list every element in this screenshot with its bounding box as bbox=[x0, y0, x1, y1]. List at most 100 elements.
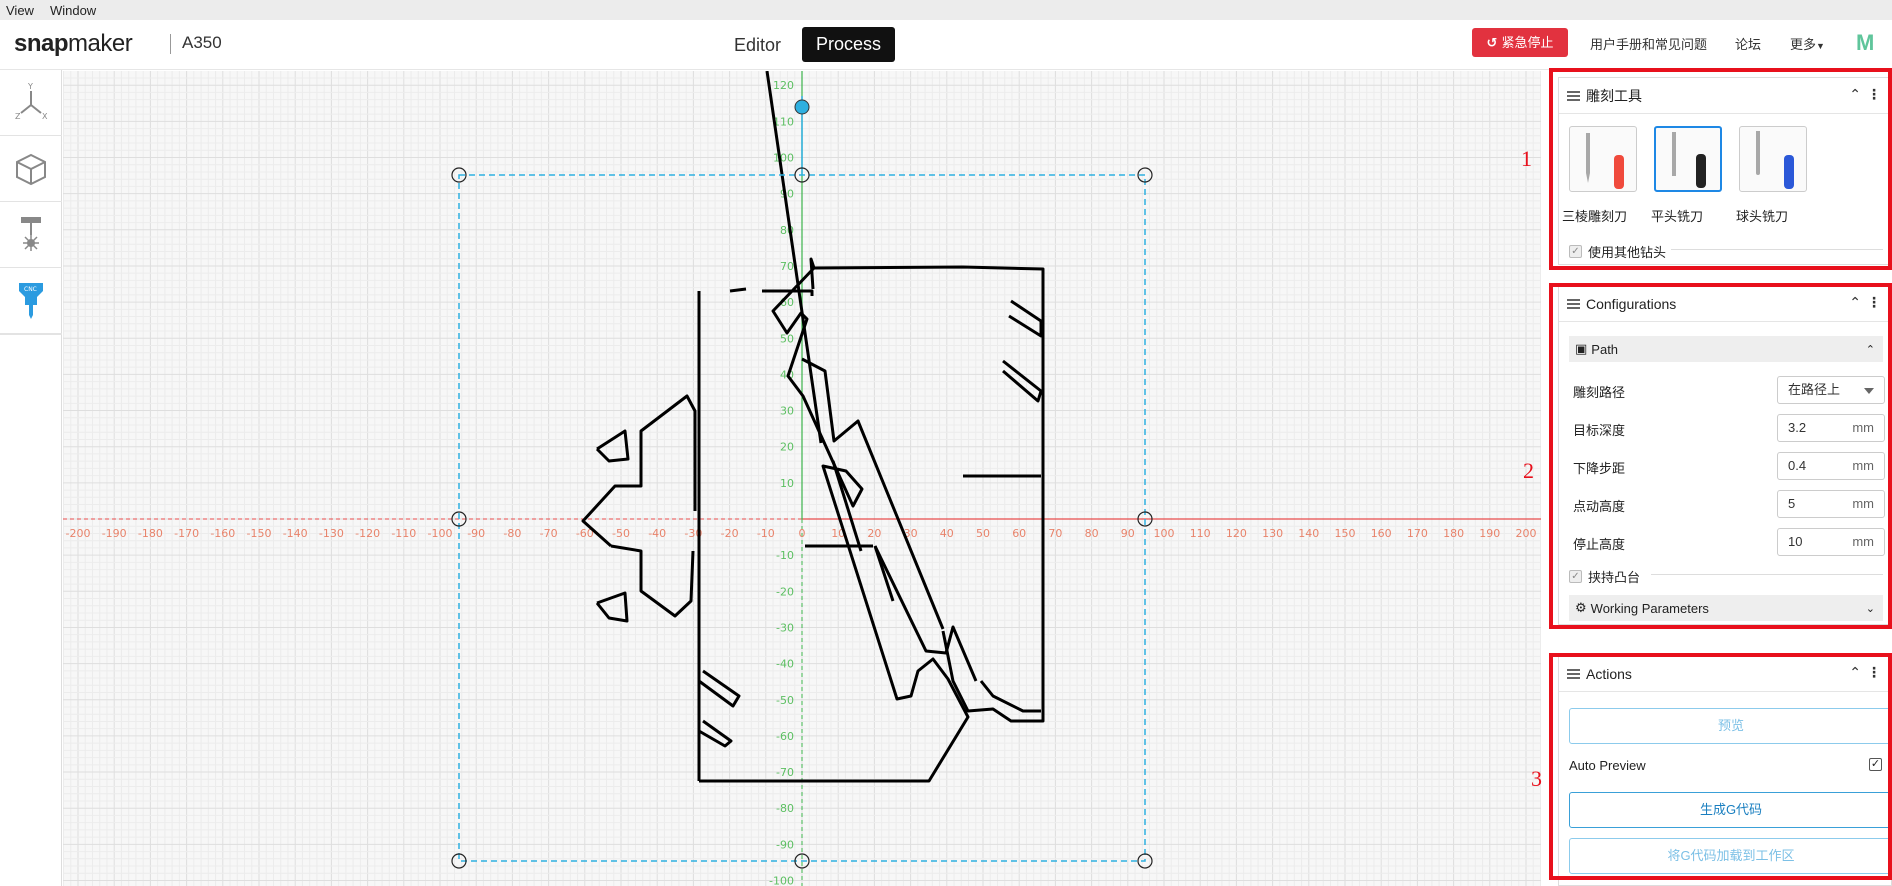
chevron-up-icon[interactable]: ⌃ bbox=[1849, 294, 1861, 311]
x-tick-label: 70 bbox=[1048, 527, 1062, 540]
x-tick-label: 50 bbox=[976, 527, 990, 540]
preview-button[interactable]: 预览 bbox=[1569, 708, 1892, 744]
chevron-up-icon[interactable]: ⌃ bbox=[1849, 664, 1861, 681]
jog-height-input[interactable]: 5 mm bbox=[1777, 490, 1885, 518]
tool-card-flat[interactable] bbox=[1654, 126, 1722, 192]
path-section-header[interactable]: ▣ Path ⌃ bbox=[1569, 336, 1883, 362]
tab-editor[interactable]: Editor bbox=[722, 29, 793, 61]
tool-card-ball[interactable] bbox=[1739, 126, 1807, 192]
auto-preview-checkbox[interactable]: ✓ bbox=[1869, 758, 1882, 771]
tab-process[interactable]: Process bbox=[802, 27, 896, 62]
menu-icon bbox=[1567, 667, 1580, 681]
emergency-stop-label: 紧急停止 bbox=[1501, 35, 1554, 50]
menu-window[interactable]: Window bbox=[50, 3, 96, 18]
x-tick-label: 150 bbox=[1335, 527, 1356, 540]
generate-gcode-button[interactable]: 生成G代码 bbox=[1569, 792, 1892, 828]
cube-view-button[interactable] bbox=[0, 136, 62, 202]
x-tick-labels: -200 -190 -180 -170 -160 -150 -140 -130 -120 -110… bbox=[66, 527, 1537, 540]
rotate-handle[interactable] bbox=[794, 99, 810, 115]
carve-path-select[interactable]: 在路径上 bbox=[1777, 376, 1885, 404]
manual-link[interactable]: 用户手册和常见问题 bbox=[1590, 34, 1707, 53]
x-tick-label: -40 bbox=[648, 527, 666, 540]
laser-mode-button[interactable] bbox=[0, 202, 62, 268]
axes-button[interactable]: Y Z X bbox=[0, 70, 62, 136]
double-chevron-up-icon: ⌃ bbox=[1865, 343, 1875, 356]
tool-label-flat: 平头铣刀 bbox=[1651, 209, 1704, 224]
cnc-mode-button[interactable]: CNC bbox=[0, 268, 62, 334]
target-depth-input[interactable]: 3.2 mm bbox=[1777, 414, 1885, 442]
x-tick-label: -160 bbox=[210, 527, 235, 540]
image-icon: ▣ bbox=[1575, 341, 1588, 356]
path-section-label: Path bbox=[1591, 341, 1619, 357]
x-tick-label: -180 bbox=[138, 527, 163, 540]
x-tick-label: -150 bbox=[247, 527, 272, 540]
working-params-label: Working Parameters bbox=[1590, 600, 1709, 616]
actions-panel-title: Actions bbox=[1586, 665, 1632, 682]
more-menu[interactable]: 更多▼ bbox=[1790, 34, 1825, 53]
x-tick-label: -70 bbox=[540, 527, 558, 540]
ball-end-mill-icon bbox=[1756, 131, 1794, 189]
tools-panel-title: 雕刻工具 bbox=[1586, 87, 1642, 104]
y-tick-label: -40 bbox=[776, 658, 794, 671]
double-chevron-down-icon: ⌄ bbox=[1865, 602, 1875, 615]
use-other-bit-label: 使用其他钻头 bbox=[1588, 245, 1667, 260]
x-tick-label: -80 bbox=[503, 527, 521, 540]
jog-height-value: 5 bbox=[1788, 496, 1796, 511]
divider bbox=[1651, 574, 1883, 575]
x-tick-label: 0 bbox=[799, 527, 806, 540]
checkbox-icon: ✓ bbox=[1569, 245, 1582, 258]
machine-model: A350 bbox=[182, 33, 222, 52]
unit-label: mm bbox=[1852, 420, 1874, 435]
step-down-input[interactable]: 0.4 mm bbox=[1777, 452, 1885, 480]
x-tick-label: 200 bbox=[1516, 527, 1537, 540]
y-tick-label: -20 bbox=[776, 585, 794, 598]
tool-card-triangle[interactable] bbox=[1569, 126, 1637, 192]
y-tick-label: -70 bbox=[776, 766, 794, 779]
y-tick-label: 120 bbox=[773, 79, 794, 92]
undo-icon: ↺ bbox=[1486, 35, 1498, 50]
more-options-icon[interactable]: ⋮ bbox=[1867, 86, 1881, 103]
chevron-up-icon[interactable]: ⌃ bbox=[1849, 86, 1861, 103]
x-tick-label: -110 bbox=[391, 527, 416, 540]
unit-label: mm bbox=[1852, 534, 1874, 549]
x-tick-label: 60 bbox=[1012, 527, 1026, 540]
use-other-bit-checkbox[interactable]: ✓ 使用其他钻头 bbox=[1569, 242, 1666, 261]
stop-height-input[interactable]: 10 mm bbox=[1777, 528, 1885, 556]
annotation-number-3: 3 bbox=[1531, 766, 1542, 791]
y-tick-label: -80 bbox=[776, 802, 794, 815]
more-options-icon[interactable]: ⋮ bbox=[1867, 664, 1881, 681]
profile-logo[interactable]: M bbox=[1856, 30, 1874, 56]
y-tick-label: -50 bbox=[776, 694, 794, 707]
actions-panel: Actions ⌃ ⋮ 预览 Auto Preview ✓ 生成G代码 将G代码… bbox=[1558, 655, 1892, 886]
x-tick-label: 100 bbox=[1154, 527, 1175, 540]
forum-link[interactable]: 论坛 bbox=[1735, 34, 1761, 53]
load-gcode-button[interactable]: 将G代码加载到工作区 bbox=[1569, 838, 1892, 874]
x-tick-label: 20 bbox=[867, 527, 881, 540]
x-tick-label: 170 bbox=[1407, 527, 1428, 540]
x-tick-label: -170 bbox=[174, 527, 199, 540]
caret-down-icon bbox=[1864, 388, 1874, 394]
menu-view[interactable]: View bbox=[6, 3, 34, 18]
working-params-section-header[interactable]: ⚙ Working Parameters ⌄ bbox=[1569, 595, 1883, 621]
emergency-stop-button[interactable]: ↺ 紧急停止 bbox=[1472, 28, 1568, 57]
y-tick-label: 30 bbox=[780, 405, 794, 418]
carve-path-label: 雕刻路径 bbox=[1573, 385, 1626, 400]
x-tick-label: 120 bbox=[1226, 527, 1247, 540]
cube-icon bbox=[16, 153, 46, 185]
more-label: 更多 bbox=[1790, 37, 1817, 52]
triangle-cutter-icon bbox=[1586, 133, 1624, 189]
tools-panel: 雕刻工具 ⌃ ⋮ 三棱雕刻刀 平头铣刀 球头铣刀 ✓ 使用其他钻头 bbox=[1558, 77, 1892, 265]
y-tick-label: -30 bbox=[776, 621, 794, 634]
left-toolbar: Y Z X CNC bbox=[0, 70, 62, 886]
x-tick-label: 190 bbox=[1479, 527, 1500, 540]
x-tick-label: -100 bbox=[428, 527, 453, 540]
actions-panel-header: Actions ⌃ ⋮ bbox=[1559, 656, 1891, 692]
annotation-number-2: 2 bbox=[1523, 458, 1534, 483]
x-tick-label: -10 bbox=[757, 527, 775, 540]
more-options-icon[interactable]: ⋮ bbox=[1867, 294, 1881, 311]
workspace-canvas[interactable]: -200 -190 -180 -170 -160 -150 -140 -130 -120 -110… bbox=[63, 71, 1541, 886]
x-tick-label: 140 bbox=[1298, 527, 1319, 540]
svg-text:X: X bbox=[42, 112, 48, 121]
workspace-svg[interactable]: -200 -190 -180 -170 -160 -150 -140 -130 -120 -110… bbox=[63, 71, 1541, 886]
holding-tabs-checkbox[interactable]: ✓ 挟持凸台 bbox=[1569, 567, 1640, 586]
